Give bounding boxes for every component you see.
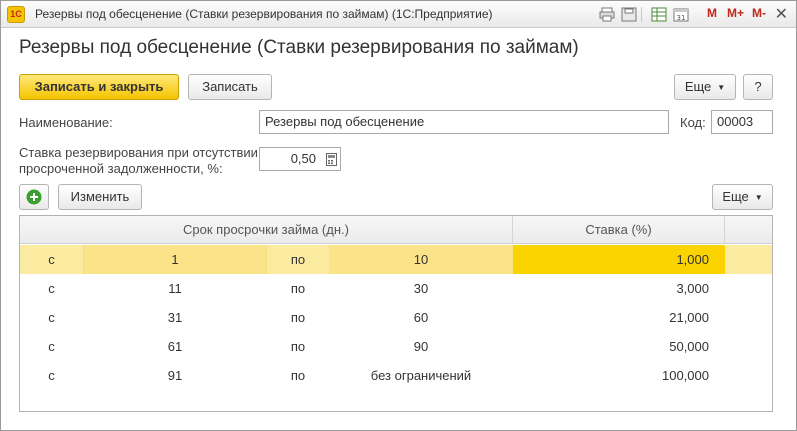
plus-icon	[26, 189, 42, 205]
cell-from-prefix[interactable]: с	[20, 274, 83, 303]
column-header-term[interactable]: Срок просрочки займа (дн.)	[20, 216, 513, 244]
more-button-label: Еще	[684, 79, 712, 94]
cell-to[interactable]: 90	[329, 332, 513, 361]
spreadsheet-icon[interactable]	[651, 7, 667, 22]
cell-from[interactable]: 91	[83, 361, 267, 390]
code-field[interactable]: 00003	[711, 110, 773, 134]
cell-rate[interactable]: 21,000	[513, 303, 725, 332]
print-icon[interactable]	[599, 7, 615, 22]
cell-to-prefix[interactable]: по	[267, 332, 329, 361]
cell-from-prefix[interactable]: с	[20, 361, 83, 390]
chevron-down-icon: ▼	[717, 82, 726, 92]
app-logo-icon: 1С	[7, 6, 25, 23]
name-field[interactable]: Резервы под обесценение	[259, 110, 669, 134]
cell-from-prefix[interactable]: с	[20, 303, 83, 332]
cell-from[interactable]: 31	[83, 303, 267, 332]
table-header: Срок просрочки займа (дн.) Ставка (%)	[20, 216, 772, 244]
table-row[interactable]: с 1 по 10 1,000	[20, 245, 772, 274]
cell-rate[interactable]: 1,000	[513, 245, 725, 274]
svg-text:31: 31	[677, 14, 686, 22]
cell-to[interactable]: 60	[329, 303, 513, 332]
save-and-close-button[interactable]: Записать и закрыть	[19, 74, 179, 100]
rates-table[interactable]: Срок просрочки займа (дн.) Ставка (%) с1…	[19, 215, 773, 412]
edit-button[interactable]: Изменить	[58, 184, 142, 210]
cell-from-prefix[interactable]: с	[20, 332, 83, 361]
title-bar: 1С Резервы под обесценение (Ставки резер…	[1, 1, 796, 28]
code-label: Код:	[680, 115, 706, 130]
add-row-button[interactable]	[19, 184, 49, 210]
name-label: Наименование:	[19, 115, 113, 130]
table-row[interactable]: с 31 по 60 21,000	[20, 303, 772, 332]
cell-from[interactable]: 61	[83, 332, 267, 361]
column-header-extra	[725, 216, 772, 244]
memory-minus-button[interactable]: M-	[752, 6, 766, 20]
cell-from[interactable]: 11	[83, 274, 267, 303]
save-file-icon[interactable]	[621, 7, 637, 22]
table-more-button[interactable]: Еще ▼	[712, 184, 773, 210]
help-button[interactable]: ?	[743, 74, 773, 100]
table-row[interactable]: с 11 по 30 3,000	[20, 274, 772, 303]
calculator-icon[interactable]	[322, 148, 340, 170]
calendar-icon[interactable]: 31	[673, 7, 689, 22]
cell-to[interactable]: 10	[329, 245, 513, 274]
more-button[interactable]: Еще ▼	[674, 74, 736, 100]
table-row[interactable]: с 91 по без ограничений 100,000	[20, 361, 772, 390]
cell-rate[interactable]: 3,000	[513, 274, 725, 303]
chevron-down-icon: ▼	[754, 192, 763, 202]
save-button[interactable]: Записать	[188, 74, 272, 100]
cell-from[interactable]: 1	[83, 245, 267, 274]
close-icon[interactable]: ✕	[775, 4, 788, 24]
page-title: Резервы под обесценение (Ставки резервир…	[19, 37, 579, 58]
cell-to[interactable]: без ограничений	[329, 361, 513, 390]
cell-to[interactable]: 30	[329, 274, 513, 303]
app-window: 1С Резервы под обесценение (Ставки резер…	[0, 0, 797, 431]
cell-rate[interactable]: 100,000	[513, 361, 725, 390]
table-row[interactable]: с 61 по 90 50,000	[20, 332, 772, 361]
table-more-button-label: Еще	[722, 189, 749, 204]
column-header-rate[interactable]: Ставка (%)	[513, 216, 725, 244]
cell-to-prefix[interactable]: по	[267, 361, 329, 390]
cell-rate[interactable]: 50,000	[513, 332, 725, 361]
rate-field-value: 0,50	[290, 151, 316, 166]
rate-label-line2: просроченной задолженности, %:	[19, 161, 223, 176]
cell-from-prefix[interactable]: с	[20, 245, 83, 274]
memory-m-button[interactable]: M	[707, 6, 717, 20]
rate-field[interactable]: 0,50	[259, 147, 341, 171]
cell-to-prefix[interactable]: по	[267, 245, 329, 274]
memory-plus-button[interactable]: M+	[727, 6, 744, 20]
rate-label-line1: Ставка резервирования при отсутствии	[19, 145, 258, 160]
toolbar-separator	[641, 7, 642, 22]
cell-to-prefix[interactable]: по	[267, 303, 329, 332]
cell-to-prefix[interactable]: по	[267, 274, 329, 303]
window-title: Резервы под обесценение (Ставки резервир…	[35, 7, 493, 21]
